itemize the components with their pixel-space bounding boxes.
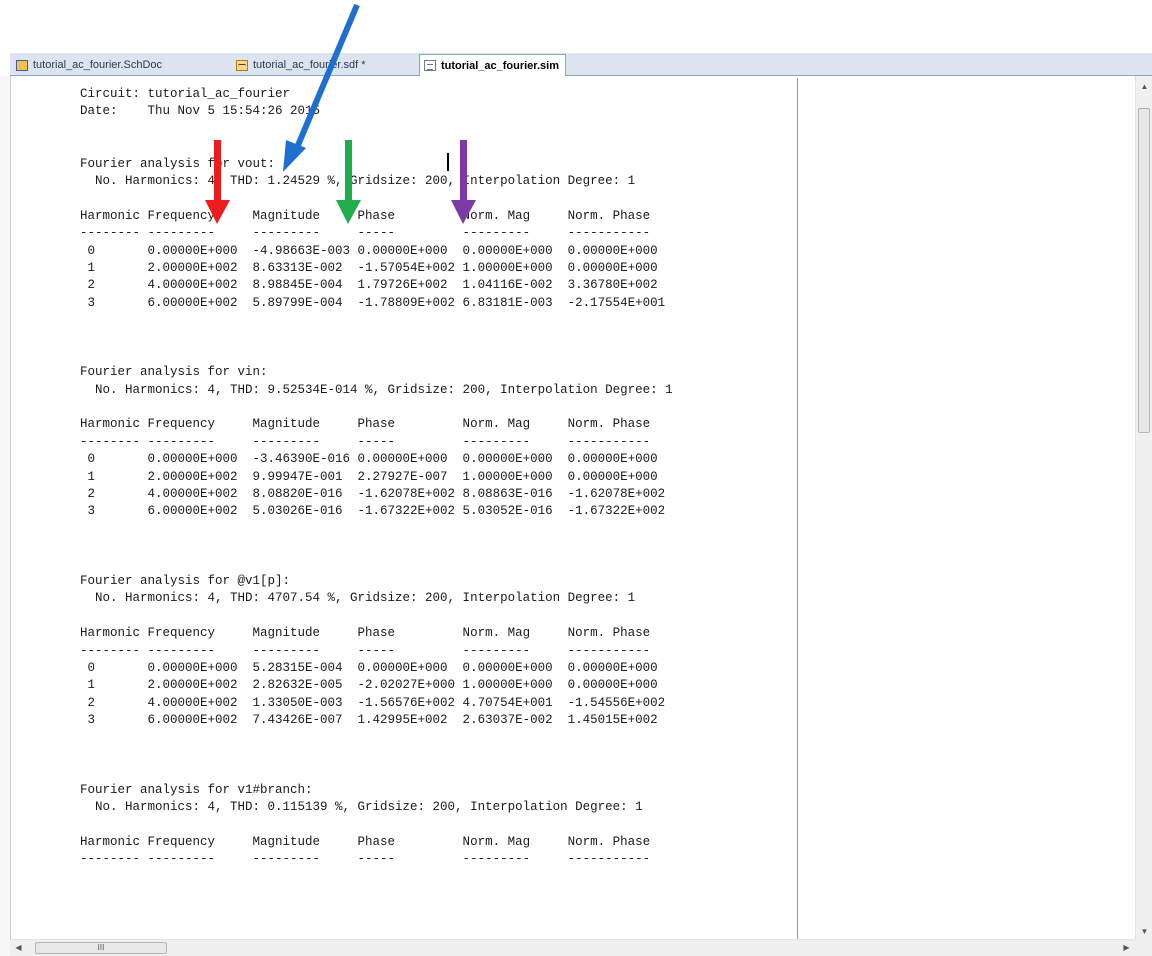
output-line: Fourier analysis for @v1[p]: <box>80 573 291 588</box>
scroll-grip: III <box>97 943 105 952</box>
text-doc-icon <box>424 60 436 71</box>
output-line: Fourier analysis for v1#branch: <box>80 782 313 797</box>
output-line: No. Harmonics: 4, THD: 4707.54 %, Gridsi… <box>80 591 636 606</box>
scroll-up-icon[interactable]: ▲ <box>1136 82 1152 91</box>
horizontal-scrollbar[interactable]: ◀ III ▶ <box>10 939 1135 956</box>
vertical-scroll-thumb[interactable] <box>1138 108 1150 433</box>
output-line: No. Harmonics: 4, THD: 0.115139 %, Grids… <box>80 800 643 815</box>
tab-sdf[interactable]: tutorial_ac_fourier.sdf * <box>232 55 372 75</box>
output-line: 1 2.00000E+002 8.63313E-002 -1.57054E+00… <box>80 260 658 275</box>
output-line: Harmonic Frequency Magnitude Phase Norm.… <box>80 626 651 641</box>
output-line: No. Harmonics: 4, THD: 1.24529 %, Gridsi… <box>80 173 636 188</box>
schematic-doc-icon <box>16 59 28 71</box>
tab-label: tutorial_ac_fourier.SchDoc <box>33 59 163 71</box>
output-line: 2 4.00000E+002 8.08820E-016 -1.62078E+00… <box>80 486 666 501</box>
right-margin-guide <box>797 78 798 942</box>
scroll-left-icon[interactable]: ◀ <box>10 943 27 952</box>
output-line: 0 0.00000E+000 -3.46390E-016 0.00000E+00… <box>80 452 658 467</box>
output-line: Fourier analysis for vout: <box>80 156 276 171</box>
output-line: -------- --------- --------- ----- -----… <box>80 643 651 658</box>
output-line: Harmonic Frequency Magnitude Phase Norm.… <box>80 208 651 223</box>
output-line: 3 6.00000E+002 5.03026E-016 -1.67322E+00… <box>80 504 666 519</box>
output-line: 1 2.00000E+002 9.99947E-001 2.27927E-007… <box>80 469 658 484</box>
output-line: Fourier analysis for vin: <box>80 365 268 380</box>
output-line: 2 4.00000E+002 8.98845E-004 1.79726E+002… <box>80 278 658 293</box>
output-line: -------- --------- --------- ----- -----… <box>80 852 651 867</box>
scroll-right-icon[interactable]: ▶ <box>1118 943 1135 952</box>
waveform-doc-icon <box>236 59 248 71</box>
vertical-scrollbar[interactable]: ▲ ▼ <box>1135 76 1152 940</box>
scroll-down-icon[interactable]: ▼ <box>1136 927 1152 936</box>
output-line: 1 2.00000E+002 2.82632E-005 -2.02027E+00… <box>80 678 658 693</box>
simulation-output-text[interactable]: Circuit: tutorial_ac_fourier Date: Thu No… <box>80 86 673 869</box>
horizontal-scroll-thumb[interactable]: III <box>35 942 167 954</box>
output-line: Date: Thu Nov 5 15:54:26 2015 <box>80 104 321 119</box>
output-line: Harmonic Frequency Magnitude Phase Norm.… <box>80 834 651 849</box>
tab-schdoc[interactable]: tutorial_ac_fourier.SchDoc <box>12 55 168 75</box>
output-line: 2 4.00000E+002 1.33050E-003 -1.56576E+00… <box>80 695 666 710</box>
tab-sim[interactable]: tutorial_ac_fourier.sim <box>419 54 566 76</box>
document-tab-bar: tutorial_ac_fourier.SchDoc tutorial_ac_f… <box>10 53 1152 76</box>
output-line: Circuit: tutorial_ac_fourier <box>80 87 291 101</box>
text-cursor <box>447 153 449 171</box>
output-line: 3 6.00000E+002 5.89799E-004 -1.78809E+00… <box>80 295 666 310</box>
output-line: 0 0.00000E+000 -4.98663E-003 0.00000E+00… <box>80 243 658 258</box>
left-panel-edge <box>0 76 10 956</box>
output-line: -------- --------- --------- ----- -----… <box>80 434 651 449</box>
output-line: 0 0.00000E+000 5.28315E-004 0.00000E+000… <box>80 660 658 675</box>
tab-label: tutorial_ac_fourier.sdf * <box>253 59 366 71</box>
output-line: -------- --------- --------- ----- -----… <box>80 226 651 241</box>
output-line: No. Harmonics: 4, THD: 9.52534E-014 %, G… <box>80 382 673 397</box>
output-line: Harmonic Frequency Magnitude Phase Norm.… <box>80 417 651 432</box>
scrollbar-corner <box>1135 939 1152 956</box>
output-line: 3 6.00000E+002 7.43426E-007 1.42995E+002… <box>80 713 658 728</box>
tab-label: tutorial_ac_fourier.sim <box>441 59 559 72</box>
